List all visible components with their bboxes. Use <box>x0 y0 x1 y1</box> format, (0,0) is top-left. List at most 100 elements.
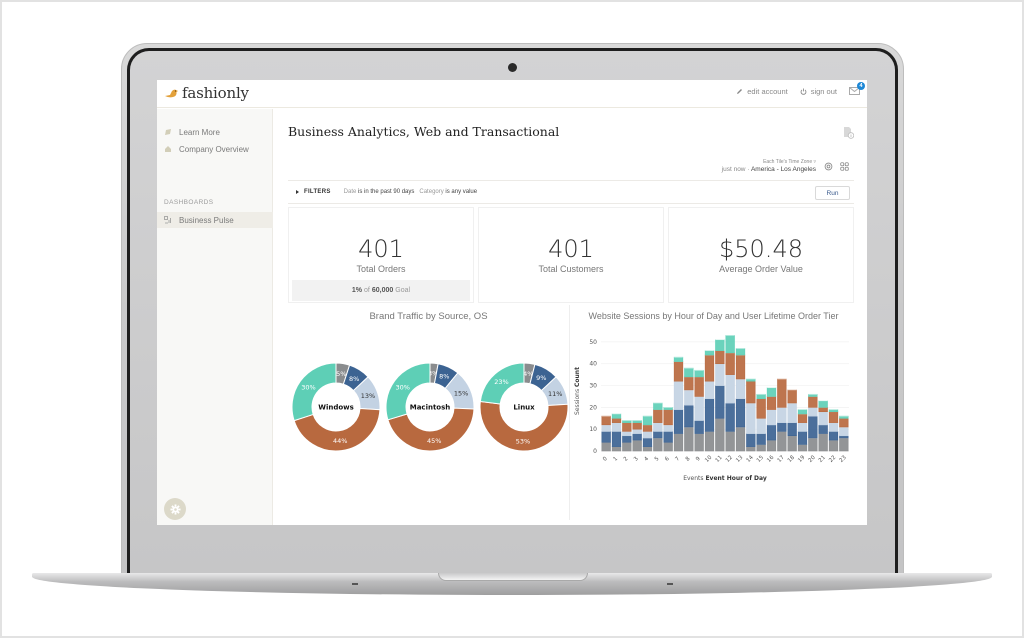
settings-button[interactable] <box>164 498 186 520</box>
bar-segment[interactable] <box>777 407 787 423</box>
bar-segment[interactable] <box>828 411 839 423</box>
bar-segment[interactable] <box>787 422 797 437</box>
bar-segment[interactable] <box>653 422 663 432</box>
bar-segment[interactable] <box>673 361 684 382</box>
bar-segment[interactable] <box>766 387 777 397</box>
sign-out-link[interactable]: sign out <box>800 87 837 96</box>
bar-segment[interactable] <box>818 400 828 408</box>
bar-segment[interactable] <box>715 363 725 386</box>
category-filter[interactable]: Category is any value <box>419 189 477 195</box>
bar-segment[interactable] <box>632 439 642 452</box>
bar-segment[interactable] <box>808 407 818 417</box>
bar-segment[interactable] <box>684 376 694 391</box>
bar-segment[interactable] <box>704 380 715 399</box>
bar-segment[interactable] <box>673 409 684 434</box>
bar-segment[interactable] <box>797 431 808 445</box>
bar-segment[interactable] <box>694 420 704 434</box>
run-button[interactable]: Run <box>815 186 850 200</box>
bar-segment[interactable] <box>828 422 839 432</box>
bar-segment[interactable] <box>746 380 756 404</box>
bar-segment[interactable] <box>808 396 818 408</box>
bar-segment[interactable] <box>601 415 611 426</box>
bar-segment[interactable] <box>642 424 653 432</box>
bar-segment[interactable] <box>725 402 735 432</box>
bar-segment[interactable] <box>746 378 756 382</box>
bar-segment[interactable] <box>839 415 849 419</box>
bar-segment[interactable] <box>642 431 653 439</box>
bar-segment[interactable] <box>632 422 642 430</box>
layout-grid-icon[interactable] <box>840 162 849 171</box>
bar-segment[interactable] <box>766 409 777 426</box>
bar-segment[interactable] <box>622 431 632 437</box>
bar-segment[interactable] <box>611 413 622 419</box>
bar-segment[interactable] <box>704 354 715 382</box>
bar-segment[interactable] <box>766 439 777 452</box>
timezone-selector[interactable]: Each Tile's Time Zone ▿ <box>722 159 816 165</box>
bar-segment[interactable] <box>756 444 766 452</box>
bar-segment[interactable] <box>839 417 849 428</box>
bar-segment[interactable] <box>611 417 622 423</box>
bar-segment[interactable] <box>694 433 704 452</box>
document-info-icon[interactable] <box>843 126 854 139</box>
donut-slice[interactable] <box>291 362 337 422</box>
brand-logo[interactable]: fashionly <box>164 84 249 102</box>
bar-segment[interactable] <box>808 393 818 397</box>
expand-triangle-icon[interactable] <box>296 190 299 194</box>
filters-toggle[interactable]: FILTERS <box>304 189 331 195</box>
edit-account-link[interactable]: edit account <box>736 87 788 96</box>
bar-segment[interactable] <box>673 356 684 362</box>
bar-segment[interactable] <box>694 376 704 397</box>
bar-segment[interactable] <box>735 378 746 399</box>
bar-segment[interactable] <box>632 433 642 441</box>
bar-segment[interactable] <box>777 431 787 452</box>
bar-segment[interactable] <box>725 335 735 354</box>
sidebar-item-company-overview[interactable]: Company Overview <box>157 141 273 157</box>
bar-segment[interactable] <box>663 441 673 452</box>
bar-segment[interactable] <box>632 420 642 423</box>
bar-segment[interactable] <box>622 441 632 452</box>
bar-segment[interactable] <box>787 435 797 452</box>
bar-segment[interactable] <box>818 411 828 426</box>
bar-segment[interactable] <box>735 426 746 452</box>
bar-segment[interactable] <box>818 424 828 434</box>
bar-segment[interactable] <box>756 398 766 419</box>
bar-segment[interactable] <box>818 433 828 452</box>
bar-segment[interactable] <box>694 369 704 378</box>
bar-segment[interactable] <box>766 424 777 441</box>
bar-segment[interactable] <box>611 446 622 452</box>
bar-segment[interactable] <box>684 426 694 452</box>
settings-icon[interactable] <box>824 162 833 171</box>
bar-segment[interactable] <box>601 424 611 432</box>
bar-segment[interactable] <box>653 402 663 410</box>
bar-segment[interactable] <box>715 417 725 452</box>
bar-segment[interactable] <box>601 431 611 443</box>
bar-segment[interactable] <box>642 415 653 426</box>
bar-segment[interactable] <box>673 380 684 410</box>
bar-segment[interactable] <box>684 389 694 406</box>
bar-segment[interactable] <box>735 354 746 380</box>
bar-segment[interactable] <box>673 433 684 452</box>
bar-segment[interactable] <box>725 352 735 375</box>
messages-button[interactable]: 4 <box>849 82 865 96</box>
sidebar-item-learn-more[interactable]: Learn More <box>157 124 273 140</box>
bar-segment[interactable] <box>777 422 787 432</box>
date-filter[interactable]: Date is in the past 90 days <box>344 189 415 195</box>
bar-segment[interactable] <box>611 431 622 447</box>
bar-segment[interactable] <box>797 422 808 432</box>
bar-segment[interactable] <box>704 398 715 432</box>
bar-segment[interactable] <box>715 339 725 351</box>
bar-segment[interactable] <box>787 389 797 404</box>
bar-segment[interactable] <box>663 407 673 410</box>
bar-segment[interactable] <box>746 433 756 447</box>
bar-segment[interactable] <box>725 431 735 452</box>
bar-segment[interactable] <box>715 350 725 365</box>
bar-segment[interactable] <box>663 409 673 426</box>
bar-segment[interactable] <box>756 417 766 434</box>
bar-segment[interactable] <box>808 415 818 439</box>
bar-segment[interactable] <box>715 385 725 419</box>
bar-segment[interactable] <box>653 437 663 452</box>
bar-segment[interactable] <box>818 407 828 413</box>
bar-segment[interactable] <box>828 439 839 452</box>
bar-segment[interactable] <box>797 444 808 452</box>
bar-segment[interactable] <box>684 367 694 378</box>
